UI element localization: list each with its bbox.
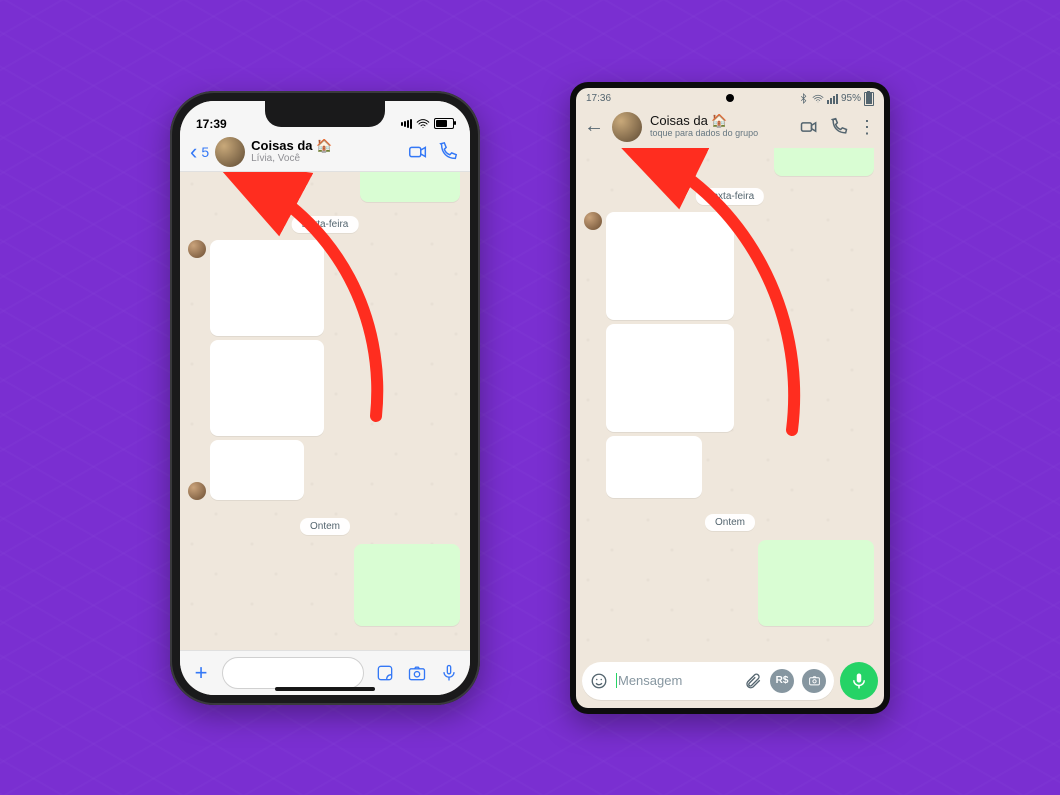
battery-icon [864, 92, 874, 106]
voice-call-icon[interactable] [828, 116, 850, 138]
camera-icon[interactable] [406, 662, 428, 684]
ios-chat-header[interactable]: ‹ 5 Coisas da 🏠 Lívia, Você [180, 133, 470, 172]
cellular-signal-icon [400, 119, 412, 129]
message-outgoing[interactable] [354, 544, 460, 626]
camera-icon[interactable] [802, 669, 826, 693]
mic-icon[interactable] [438, 662, 460, 684]
more-options-icon[interactable]: ⋮ [858, 118, 876, 136]
date-chip-friday: sexta-feira [292, 216, 359, 233]
battery-percent: 95% [841, 93, 861, 104]
sender-avatar[interactable] [188, 240, 206, 258]
message-input[interactable]: Mensagem R$ [582, 662, 834, 700]
date-chip-friday: Sexta-feira [696, 188, 764, 205]
attachment-icon[interactable] [744, 672, 762, 690]
chat-subtitle: toque para dados do grupo [650, 129, 790, 139]
chat-title-block[interactable]: Coisas da 🏠 Lívia, Você [251, 139, 400, 164]
android-chat-header[interactable]: ← Coisas da 🏠 toque para dados do grupo … [576, 110, 884, 148]
ios-chat-body[interactable]: sexta-feira Ontem [180, 172, 470, 650]
chat-title: Coisas da 🏠 [251, 139, 400, 153]
message-outgoing[interactable] [774, 148, 874, 176]
message-incoming[interactable] [606, 436, 702, 498]
back-chevron-icon[interactable]: ‹ [190, 141, 197, 163]
message-input[interactable] [222, 657, 364, 689]
chat-subtitle: Lívia, Você [251, 153, 400, 164]
video-call-icon[interactable] [406, 140, 430, 164]
home-indicator[interactable] [275, 687, 375, 691]
unread-count[interactable]: 5 [201, 144, 209, 160]
message-incoming[interactable] [606, 324, 734, 432]
sender-avatar[interactable] [188, 482, 206, 500]
android-frame: 17:36 95% ← Coisas da 🏠 toque para dados… [570, 82, 890, 714]
android-input-bar: Mensagem R$ [576, 656, 884, 708]
payments-icon[interactable]: R$ [770, 669, 794, 693]
android-screen: 17:36 95% ← Coisas da 🏠 toque para dados… [576, 88, 884, 708]
wifi-icon [416, 117, 430, 131]
emoji-icon[interactable] [590, 672, 608, 690]
date-chip-yesterday: Ontem [300, 518, 350, 535]
add-attachment-icon[interactable]: + [190, 662, 212, 684]
message-outgoing[interactable] [360, 172, 460, 202]
video-call-icon[interactable] [798, 116, 820, 138]
iphone-screen: 17:39 ‹ 5 Coisas da 🏠 Lívia, Você [180, 101, 470, 695]
sticker-icon[interactable] [374, 662, 396, 684]
ios-status-time: 17:39 [196, 117, 227, 131]
chat-title: Coisas da 🏠 [650, 114, 790, 128]
battery-icon [434, 118, 454, 129]
chat-title-block[interactable]: Coisas da 🏠 toque para dados do grupo [650, 114, 790, 138]
message-incoming[interactable] [606, 212, 734, 320]
message-incoming[interactable] [210, 240, 324, 336]
message-incoming[interactable] [210, 340, 324, 436]
bluetooth-icon [798, 93, 809, 104]
date-chip-yesterday: Ontem [705, 514, 755, 531]
wifi-icon [812, 93, 824, 105]
mic-button[interactable] [840, 662, 878, 700]
android-status-time: 17:36 [586, 93, 611, 104]
android-status-indicators: 95% [798, 92, 874, 106]
background-pattern [0, 0, 1060, 795]
group-avatar[interactable] [612, 112, 642, 142]
sender-avatar[interactable] [584, 212, 602, 230]
group-avatar[interactable] [215, 137, 245, 167]
android-camera-punch [726, 94, 734, 102]
message-outgoing[interactable] [758, 540, 874, 626]
message-incoming[interactable] [210, 440, 304, 500]
cellular-signal-icon [827, 94, 838, 104]
ios-status-indicators [400, 117, 454, 131]
message-placeholder: Mensagem [616, 673, 736, 688]
voice-call-icon[interactable] [436, 140, 460, 164]
iphone-notch [265, 101, 385, 127]
android-chat-body[interactable]: Sexta-feira Ontem [576, 148, 884, 656]
back-arrow-icon[interactable]: ← [584, 115, 604, 138]
iphone-frame: 17:39 ‹ 5 Coisas da 🏠 Lívia, Você [170, 91, 480, 705]
